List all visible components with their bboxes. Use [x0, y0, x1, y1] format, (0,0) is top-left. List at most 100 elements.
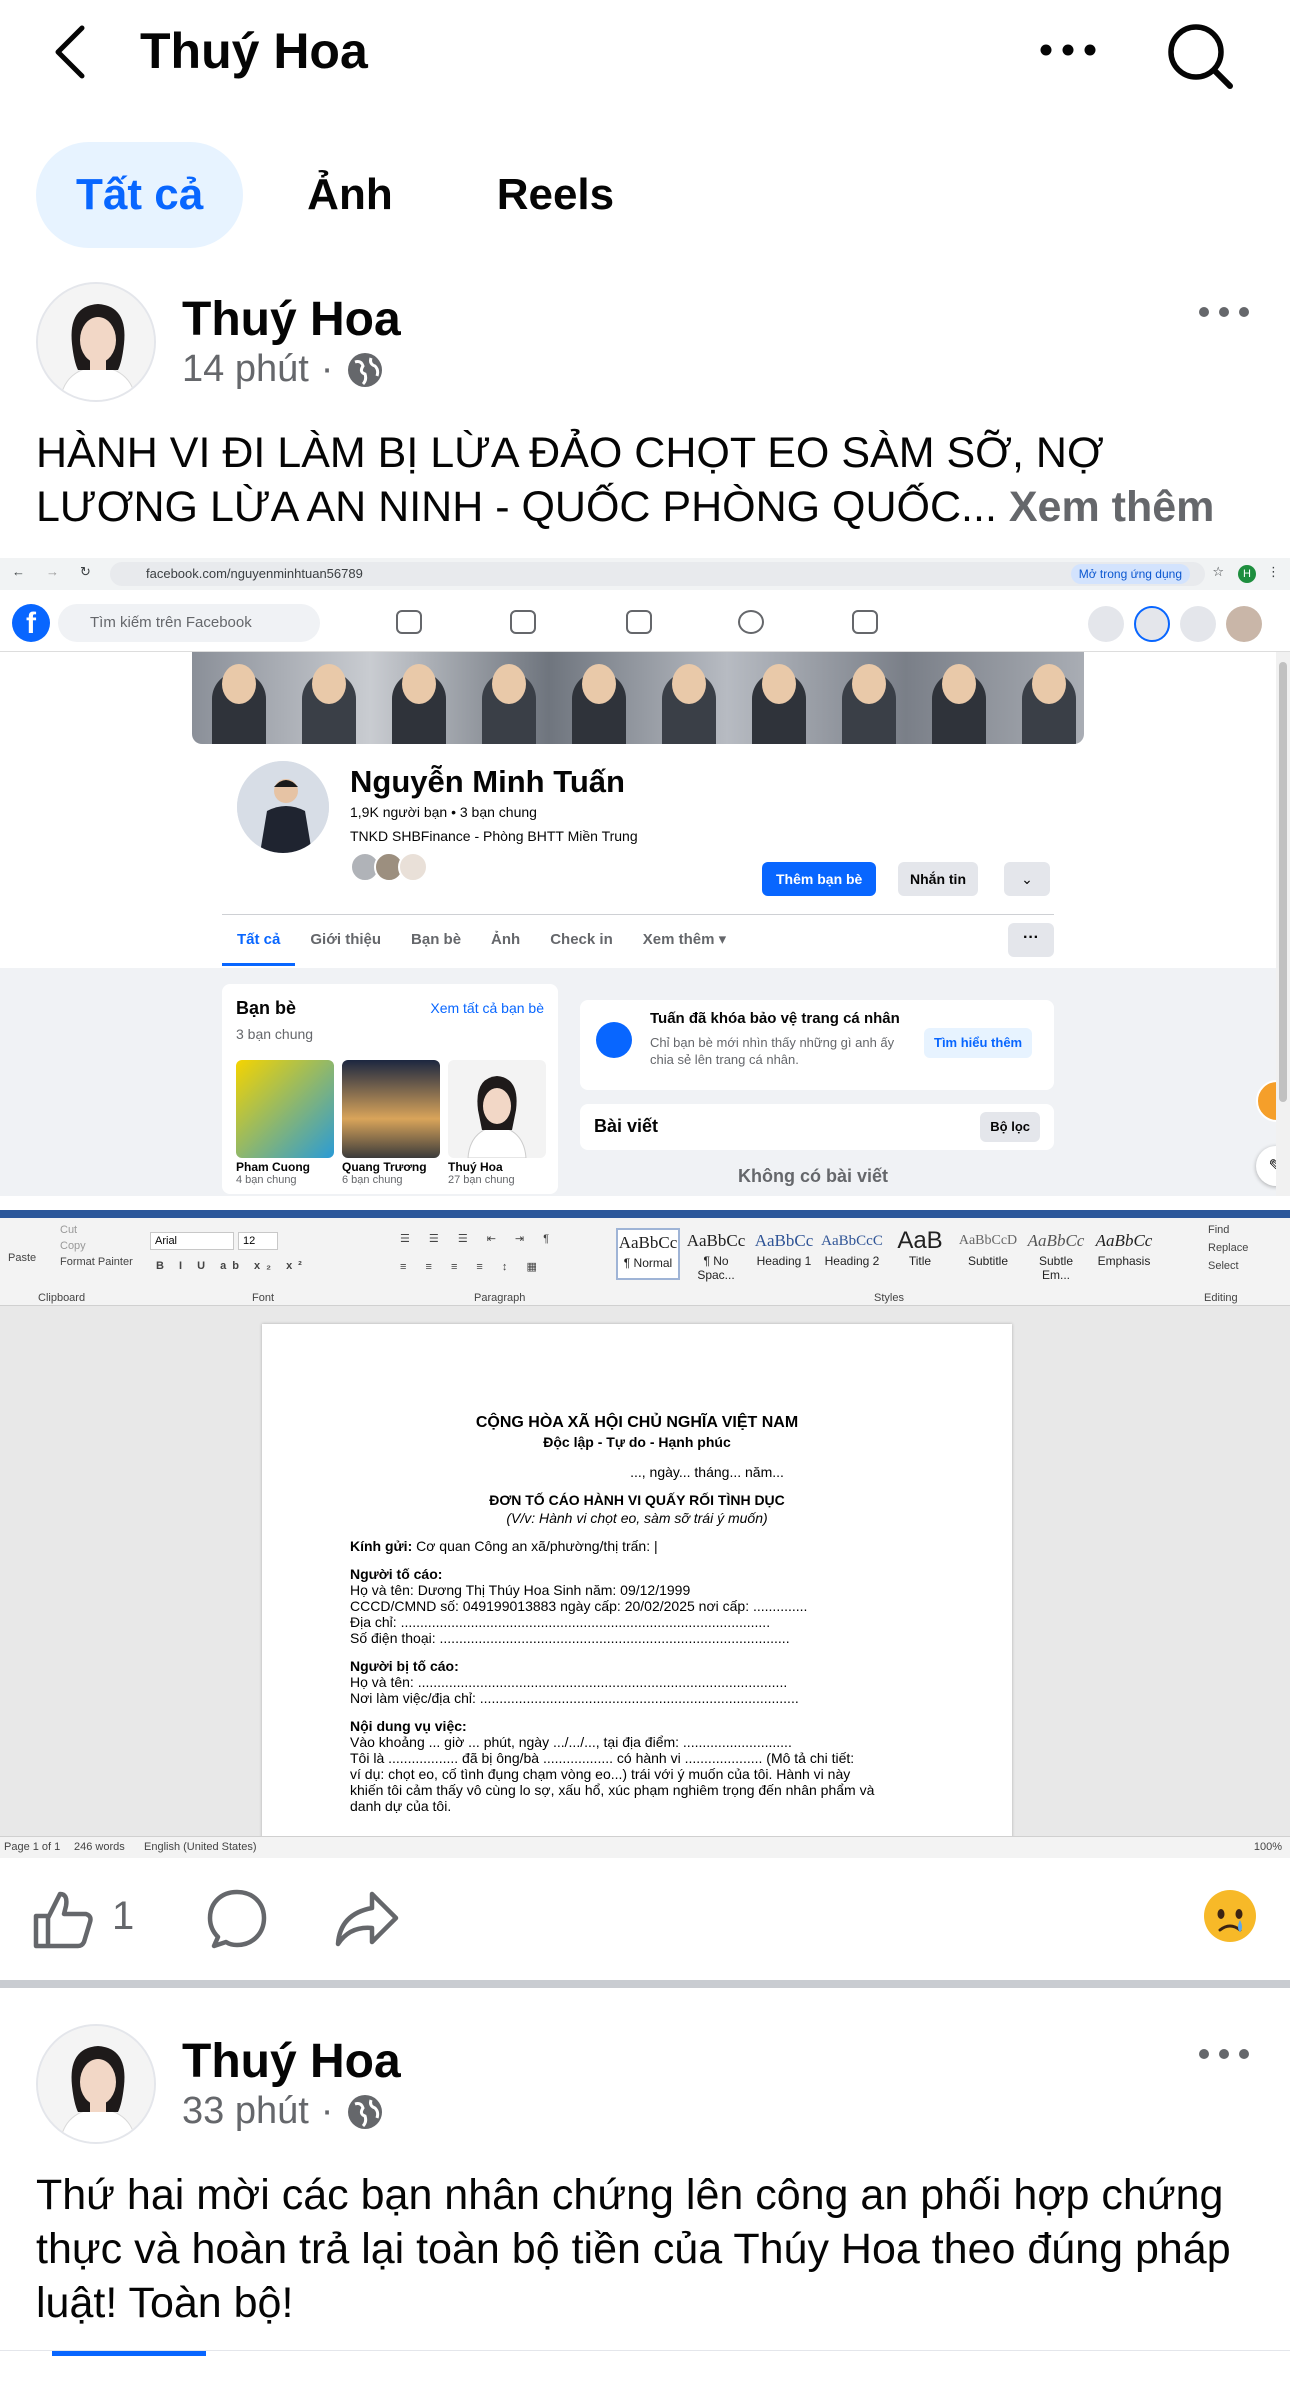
- doc-accuser-label: Người tố cáo:: [350, 1566, 443, 1582]
- replace-button: Replace: [1208, 1242, 1249, 1254]
- friend-tile: Thuý Hoa 27 bạn chung: [448, 1060, 546, 1186]
- profile-tab-checkin: Check in: [550, 931, 613, 948]
- post-time[interactable]: 33 phút: [182, 2090, 309, 2133]
- status-page: Page 1 of 1: [4, 1841, 61, 1853]
- editing-group-label: Editing: [1204, 1292, 1238, 1304]
- browser-forward-icon: →: [46, 564, 59, 579]
- word-ribbon: Paste Cut Copy Format Painter Clipboard …: [0, 1210, 1290, 1306]
- like-count[interactable]: 1: [112, 1894, 134, 1939]
- profile-lock-notice: Tuấn đã khóa bảo vệ trang cá nhân Chỉ bạ…: [580, 1000, 1054, 1090]
- home-icon: [396, 610, 422, 634]
- post-body: HÀNH VI ĐI LÀM BỊ LỪA ĐẢO CHỌT EO SÀM SỠ…: [36, 429, 1104, 531]
- profile-tab-more: Xem thêm ▾: [642, 931, 727, 948]
- profile-tabs: Tất cả Giới thiệu Bạn bè Ảnh Check in Xe…: [222, 914, 1054, 966]
- profile-tab-about: Giới thiệu: [310, 931, 382, 948]
- profile-header: Nguyễn Minh Tuấn 1,9K người bạn • 3 bạn …: [0, 652, 1276, 968]
- author-avatar[interactable]: [36, 2024, 156, 2144]
- style-subtle-emphasis: AaBbCc Subtle Em...: [1027, 1231, 1085, 1282]
- profile-name: Nguyễn Minh Tuấn: [350, 764, 625, 799]
- comment-icon[interactable]: [206, 1888, 268, 1950]
- gaming-icon: [852, 610, 878, 634]
- video-icon: [510, 610, 536, 634]
- doc-nation-header: CỘNG HÒA XÃ HỘI CHỦ NGHĨA VIỆT NAM: [475, 1414, 799, 1431]
- filter-tabs: Tất cả Ảnh Reels: [36, 142, 654, 248]
- tab-all[interactable]: Tất cả: [36, 142, 244, 248]
- status-language: English (United States): [144, 1841, 257, 1853]
- globe-icon: [348, 352, 383, 387]
- back-arrow-icon[interactable]: [48, 22, 98, 82]
- author-avatar[interactable]: [36, 282, 156, 402]
- bookmark-star-icon: ☆: [1212, 564, 1224, 579]
- post-text: HÀNH VI ĐI LÀM BỊ LỪA ĐẢO CHỌT EO SÀM SỠ…: [36, 426, 1256, 534]
- friends-card-title: Bạn bè: [236, 998, 297, 1018]
- author-name[interactable]: Thuý Hoa: [182, 2034, 401, 2089]
- post-divider: [0, 1980, 1290, 1988]
- more-options-icon[interactable]: [1036, 30, 1100, 70]
- lock-title: Tuấn đã khóa bảo vệ trang cá nhân: [650, 1010, 900, 1027]
- doc-motto: Độc lập - Tự do - Hạnh phúc: [543, 1434, 731, 1450]
- post-image[interactable]: ← → ↻ facebook.com/nguyenminhtuan56789 M…: [0, 558, 1290, 1858]
- top-bar: Thuý Hoa: [0, 0, 1290, 110]
- cut-button: Cut: [60, 1224, 78, 1236]
- search-icon[interactable]: [1160, 16, 1240, 96]
- messenger-icon: [1134, 606, 1170, 642]
- word-page: CỘNG HÒA XÃ HỘI CHỦ NGHĨA VIỆT NAM Độc l…: [262, 1324, 1012, 1844]
- doc-accused-work: Nơi làm việc/địa chỉ: ..................…: [350, 1690, 799, 1706]
- doc-date: ..., ngày... tháng... năm...: [630, 1464, 784, 1480]
- styles-group-label: Styles: [874, 1292, 904, 1304]
- facebook-navbar: f Tìm kiếm trên Facebook: [0, 590, 1290, 652]
- post-options-icon[interactable]: [1196, 2042, 1252, 2066]
- tab-photos[interactable]: Ảnh: [267, 142, 433, 248]
- style-emphasis: AaBbCc Emphasis: [1095, 1231, 1153, 1268]
- like-icon[interactable]: [32, 1888, 94, 1950]
- style-title: AaB Title: [897, 1227, 943, 1269]
- find-button: Find: [1208, 1224, 1230, 1236]
- share-icon[interactable]: [334, 1888, 400, 1950]
- menu-grid-icon: [1088, 606, 1124, 642]
- status-words: 246 words: [74, 1841, 125, 1853]
- font-group-label: Font: [252, 1292, 275, 1304]
- message-button: Nhắn tin: [898, 862, 978, 896]
- chevron-down-icon: ⌄: [1004, 862, 1050, 896]
- globe-icon: [348, 2094, 383, 2129]
- post-meta: 14 phút ·: [182, 348, 385, 391]
- doc-title: ĐƠN TỐ CÁO HÀNH VI QUẤY RỐI TÌNH DỤC: [489, 1492, 785, 1508]
- account-avatar: [1226, 606, 1262, 642]
- posts-title: Bài viết: [594, 1116, 659, 1136]
- post-time[interactable]: 14 phút: [182, 348, 309, 391]
- address-bar: facebook.com/nguyenminhtuan56789: [110, 562, 1205, 586]
- profile-tab-photos: Ảnh: [491, 931, 521, 948]
- see-all-friends-link: Xem tất cả bạn bè: [430, 1000, 544, 1016]
- doc-case-line: ví dụ: chọt eo, cố tình đụng chạm vòng e…: [350, 1766, 851, 1782]
- style-heading-2: AaBbCcC Heading 2: [821, 1233, 883, 1268]
- browser-menu-icon: ⋮: [1267, 564, 1280, 579]
- sad-reaction-icon[interactable]: [1202, 1888, 1258, 1944]
- post-options-icon[interactable]: [1196, 300, 1252, 324]
- notifications-icon: [1180, 606, 1216, 642]
- page-title: Thuý Hoa: [140, 23, 368, 79]
- browser-back-icon: ←: [12, 564, 25, 579]
- word-status-bar: Page 1 of 1 246 words English (United St…: [0, 1836, 1290, 1858]
- post-text: Thứ hai mời các bạn nhân chứng lên công …: [36, 2171, 1231, 2327]
- doc-case-line: khiến tôi cảm thấy vô cùng lo sợ, xấu hổ…: [350, 1782, 875, 1798]
- profile-more-icon: ···: [1008, 923, 1054, 957]
- groups-icon: [738, 610, 764, 634]
- doc-case-line: danh dự của tôi.: [350, 1798, 452, 1814]
- author-name[interactable]: Thuý Hoa: [182, 292, 401, 347]
- meta-separator: ·: [320, 2090, 334, 2132]
- doc-case-line: Vào khoảng ... giờ ... phút, ngày .../..…: [350, 1734, 792, 1750]
- reload-icon: ↻: [80, 564, 91, 579]
- add-friend-button: Thêm bạn bè: [762, 862, 877, 896]
- word-document-area: CỘNG HÒA XÃ HỘI CHỦ NGHĨA VIỆT NAM Độc l…: [0, 1306, 1290, 1844]
- profile-tab-friends: Bạn bè: [411, 931, 462, 948]
- cover-photo: [192, 652, 1084, 744]
- clipboard-group-label: Clipboard: [38, 1292, 86, 1304]
- profile-tab-all: Tất cả: [222, 915, 296, 966]
- font-format-icons: B I U ab x₂ x²: [156, 1260, 308, 1272]
- style-no-spacing: AaBbCc ¶ No Spac...: [686, 1231, 746, 1282]
- tab-reels[interactable]: Reels: [457, 142, 654, 248]
- doc-accuser-id: CCCD/CMND số: 049199013883 ngày cấp: 20/…: [350, 1598, 808, 1614]
- see-more-link[interactable]: Xem thêm: [1009, 483, 1215, 531]
- facebook-logo-icon: f: [12, 604, 50, 642]
- style-normal: AaBbCc ¶ Normal: [616, 1228, 680, 1280]
